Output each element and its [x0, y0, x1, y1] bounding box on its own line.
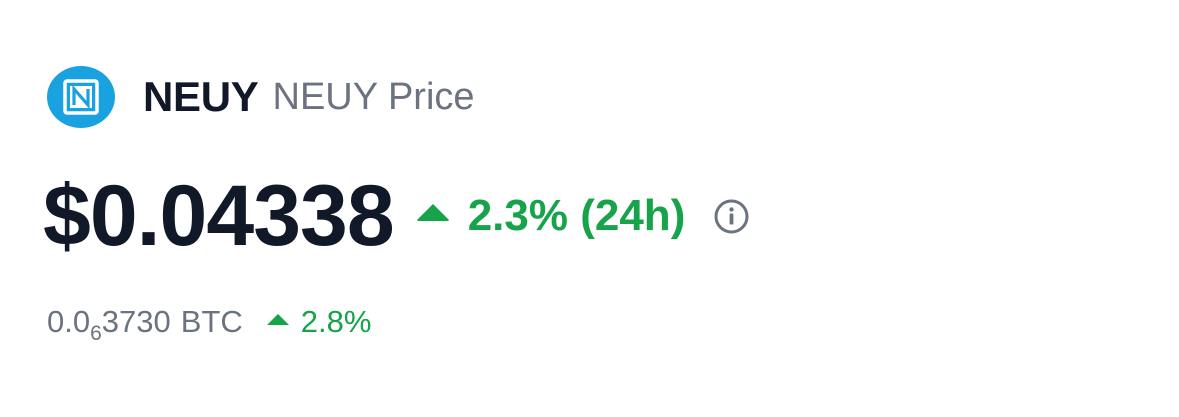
btc-price-row: 0.063730 BTC 2.8% — [47, 300, 371, 344]
price-row: $0.04338 2.3% (24h) — [43, 168, 750, 264]
coin-title-row: NEUY NEUY Price — [47, 66, 475, 128]
caret-up-icon — [415, 203, 450, 221]
coin-symbol: NEUY — [143, 73, 259, 120]
btc-change-value: 2.8% — [300, 304, 372, 339]
price-usd: $0.04338 — [43, 168, 395, 264]
btc-price: 0.063730 — [47, 304, 171, 345]
coin-price-header: NEUY NEUY Price $0.04338 2.3% (24h) 0.06… — [0, 0, 1179, 417]
price-change-value: 2.3% (24h) — [467, 191, 686, 240]
neuy-logo-icon — [47, 66, 115, 128]
price-change-24h: 2.3% (24h) — [415, 191, 686, 241]
btc-unit: BTC — [180, 304, 243, 339]
coin-name: NEUY Price — [272, 75, 475, 118]
btc-price-change: 2.8% — [266, 304, 372, 340]
info-icon[interactable] — [713, 198, 750, 235]
caret-up-icon — [266, 313, 289, 325]
